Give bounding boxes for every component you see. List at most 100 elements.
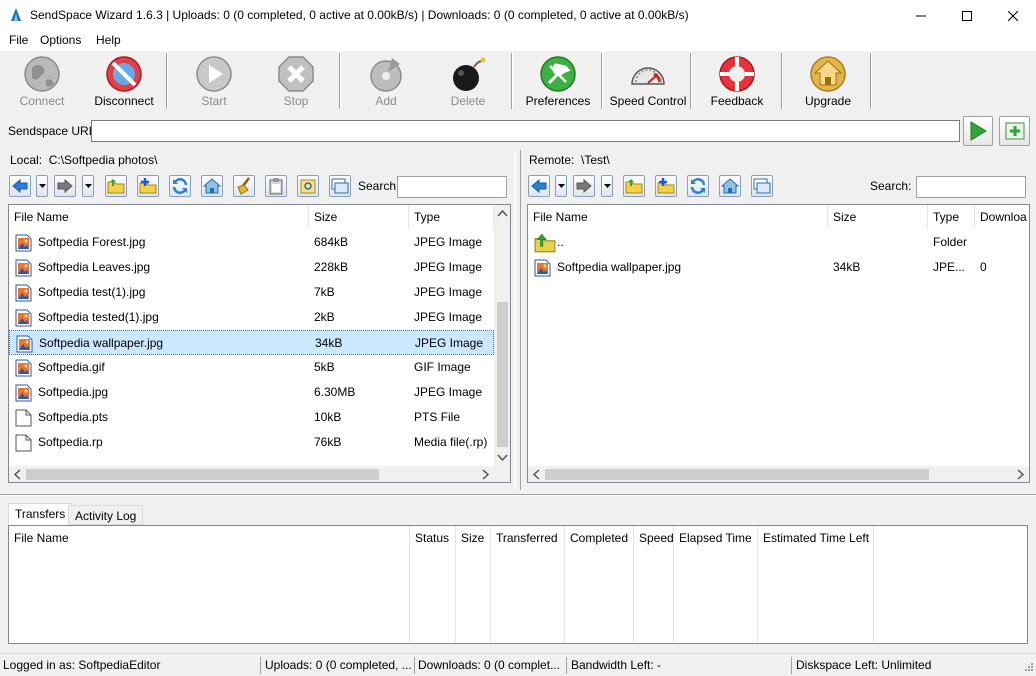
local-new-folder-button[interactable] — [137, 175, 159, 197]
status-logged-in: Logged in as: SoftpediaEditor — [3, 658, 161, 672]
local-file-row[interactable]: Softpedia wallpaper.jpg 34kB JPEG Image — [9, 330, 494, 355]
upgrade-button[interactable]: Upgrade — [792, 51, 864, 113]
back-arrow-icon — [531, 179, 547, 193]
local-file-row[interactable]: Softpedia.gif 5kB GIF Image — [9, 355, 494, 380]
go-button[interactable] — [963, 116, 993, 146]
local-find-button[interactable] — [297, 175, 319, 197]
local-file-row[interactable]: Softpedia.jpg 6.30MB JPEG Image — [9, 380, 494, 405]
local-file-row[interactable]: Softpedia Forest.jpg 684kB JPEG Image — [9, 230, 494, 255]
preferences-button[interactable]: Preferences — [522, 51, 594, 113]
image-file-icon — [15, 259, 32, 277]
local-up-folder-button[interactable] — [105, 175, 127, 197]
back-arrow-icon — [12, 179, 28, 193]
local-search-input[interactable] — [397, 176, 507, 198]
menu-options[interactable]: Options — [40, 33, 81, 47]
folder-up-icon — [534, 233, 556, 253]
remote-back-dropdown[interactable] — [555, 175, 567, 197]
remote-col-type[interactable]: Type — [928, 205, 975, 229]
menu-bar: File Options Help — [0, 31, 1036, 51]
remote-home-button[interactable] — [719, 175, 741, 197]
file-name: Softpedia.rp — [38, 435, 103, 449]
remote-search-input[interactable] — [916, 176, 1026, 198]
local-hscroll-thumb[interactable] — [26, 469, 379, 480]
local-forward-dropdown[interactable] — [82, 175, 94, 197]
local-view-button[interactable] — [329, 175, 351, 197]
add-button[interactable]: Add — [352, 51, 420, 113]
add-url-button[interactable] — [999, 116, 1030, 146]
transfer-col-header[interactable]: File Name — [9, 526, 410, 643]
remote-col-size[interactable]: Size — [828, 205, 928, 229]
remote-view-button[interactable] — [751, 175, 773, 197]
local-col-type[interactable]: Type — [409, 205, 494, 229]
remote-hscroll-thumb[interactable] — [545, 469, 929, 480]
remote-file-row[interactable]: Softpedia wallpaper.jpg 34kB JPE... 0 — [528, 255, 1029, 280]
speed-control-button[interactable]: Speed Control — [606, 51, 690, 113]
local-refresh-button[interactable] — [169, 175, 191, 197]
local-file-row[interactable]: Softpedia tested(1).jpg 2kB JPEG Image — [9, 305, 494, 330]
remote-back-button[interactable] — [528, 175, 550, 197]
delete-button[interactable]: Delete — [434, 51, 502, 113]
home-icon — [203, 178, 221, 194]
feedback-button[interactable]: Feedback — [700, 51, 774, 113]
close-button[interactable] — [990, 0, 1036, 31]
remote-path-label: Remote: \Test\ — [529, 153, 610, 167]
local-properties-button[interactable] — [265, 175, 287, 197]
tab-activity-log[interactable]: Activity Log — [68, 505, 144, 525]
file-name: Softpedia test(1).jpg — [38, 285, 146, 299]
remote-file-list[interactable]: File Name Size Type Downloa .. Folder Soft… — [527, 204, 1030, 483]
local-back-button[interactable] — [9, 175, 31, 197]
remote-horizontal-scrollbar[interactable] — [528, 466, 1029, 482]
local-home-button[interactable] — [201, 175, 223, 197]
remote-col-name[interactable]: File Name — [528, 205, 828, 229]
local-vertical-scrollbar[interactable] — [494, 205, 510, 466]
status-separator — [791, 657, 792, 674]
disconnect-button[interactable]: Disconnect — [88, 51, 160, 113]
refresh-icon — [690, 178, 706, 194]
minimize-button[interactable] — [898, 0, 944, 31]
remote-file-row[interactable]: .. Folder — [528, 230, 1029, 255]
transfer-col-header[interactable]: Completed — [565, 526, 634, 643]
resize-grip-icon[interactable] — [1022, 662, 1034, 674]
local-col-size[interactable]: Size — [309, 205, 409, 229]
transfer-col-header[interactable]: Size — [456, 526, 491, 643]
local-clean-button[interactable] — [233, 175, 255, 197]
transfer-col-header[interactable]: Transferred — [491, 526, 565, 643]
local-file-row[interactable]: Softpedia Leaves.jpg 228kB JPEG Image — [9, 255, 494, 280]
connect-button[interactable]: Connect — [8, 51, 76, 113]
menu-help[interactable]: Help — [96, 33, 121, 47]
remote-new-folder-button[interactable] — [655, 175, 677, 197]
start-button[interactable]: Start — [180, 51, 248, 113]
pane-splitter[interactable] — [515, 150, 521, 490]
tab-transfers[interactable]: Transfers — [8, 503, 73, 525]
url-input[interactable] — [91, 120, 960, 142]
horizontal-splitter[interactable] — [0, 494, 1036, 496]
scroll-down-icon — [497, 454, 508, 462]
play-icon — [196, 56, 232, 92]
local-path-label: Local: C:\Softpedia photos\ — [10, 153, 158, 167]
menu-file[interactable]: File — [9, 33, 28, 47]
remote-up-folder-button[interactable] — [623, 175, 645, 197]
transfer-col-header[interactable]: Speed — [634, 526, 674, 643]
remote-col-downloads[interactable]: Downloa — [975, 205, 1029, 229]
maximize-button[interactable] — [944, 0, 990, 31]
scroll-left-icon — [532, 469, 540, 480]
local-forward-button[interactable] — [54, 175, 76, 197]
local-file-row[interactable]: Softpedia test(1).jpg 7kB JPEG Image — [9, 280, 494, 305]
local-back-dropdown[interactable] — [36, 175, 48, 197]
local-col-name[interactable]: File Name — [9, 205, 309, 229]
local-file-row[interactable]: Softpedia.pts 10kB PTS File — [9, 405, 494, 430]
transfer-col-header[interactable]: Elapsed Time — [674, 526, 758, 643]
remote-refresh-button[interactable] — [687, 175, 709, 197]
dropdown-arrow-icon — [84, 183, 92, 188]
local-file-row[interactable]: Softpedia.rp 76kB Media file(.rp) — [9, 430, 494, 455]
url-row: Sendspace URL: — [0, 116, 1036, 150]
local-vscroll-thumb[interactable] — [497, 302, 508, 447]
transfer-col-header[interactable]: Estimated Time Left — [758, 526, 874, 643]
stop-button[interactable]: Stop — [262, 51, 330, 113]
local-file-list[interactable]: File Name Size Type Softpedia Forest.jpg… — [8, 204, 511, 483]
minimize-icon — [916, 15, 926, 16]
remote-forward-dropdown[interactable] — [601, 175, 613, 197]
remote-forward-button[interactable] — [573, 175, 595, 197]
local-horizontal-scrollbar[interactable] — [9, 466, 494, 482]
transfer-col-header[interactable]: Status — [410, 526, 456, 643]
